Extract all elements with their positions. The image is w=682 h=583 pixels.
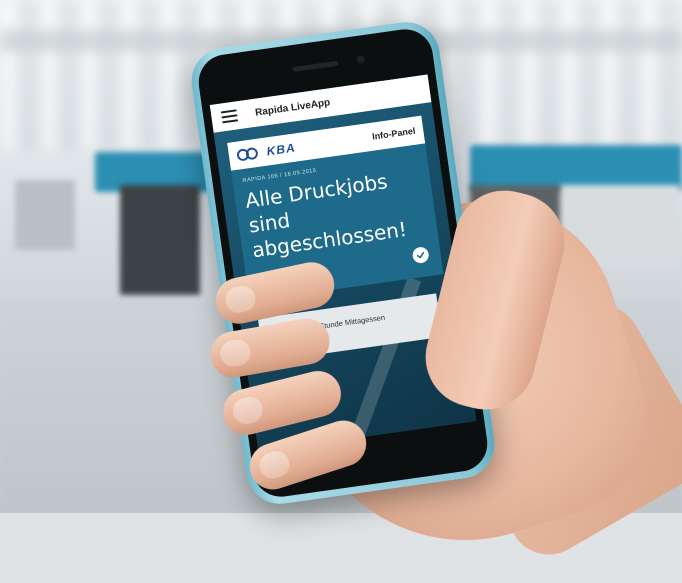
kba-logo: KBA bbox=[236, 140, 297, 164]
speaker-grille bbox=[292, 60, 339, 73]
front-camera bbox=[356, 55, 366, 65]
check-icon[interactable] bbox=[411, 246, 430, 265]
info-panel-label: Info-Panel bbox=[371, 125, 416, 142]
logo-text: KBA bbox=[265, 140, 297, 159]
hamburger-menu-icon[interactable] bbox=[220, 109, 239, 124]
app-title: Rapida LiveApp bbox=[254, 96, 331, 119]
kba-logo-mark-icon bbox=[236, 144, 264, 163]
